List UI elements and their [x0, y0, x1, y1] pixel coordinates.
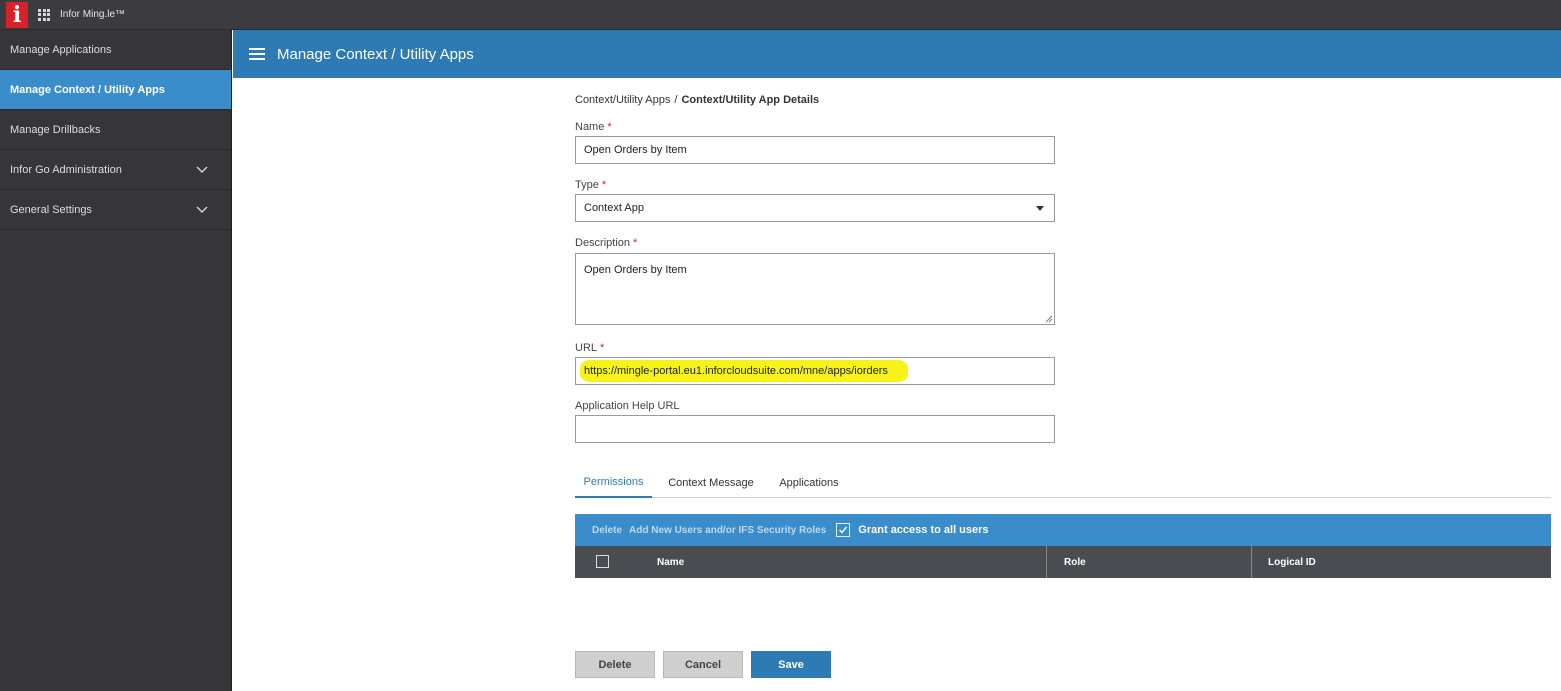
delete-permission-button[interactable]: Delete — [592, 525, 622, 536]
grant-access-label: Grant access to all users — [858, 524, 989, 536]
required-marker: * — [607, 121, 612, 133]
url-input-value: https://mingle-portal.eu1.inforcloudsuit… — [584, 365, 888, 377]
column-divider — [1046, 546, 1047, 578]
sidebar: Manage Applications Manage Context / Uti… — [0, 30, 232, 691]
url-label: URL * — [575, 342, 605, 354]
breadcrumb-parent-link[interactable]: Context/Utility Apps — [575, 94, 670, 106]
permissions-toolbar: Delete Add New Users and/or IFS Security… — [575, 514, 1551, 546]
sidebar-item-infor-go-administration[interactable]: Infor Go Administration — [0, 150, 231, 190]
type-label: Type * — [575, 179, 607, 191]
infor-logo[interactable]: i — [6, 1, 28, 28]
sidebar-item-manage-drillbacks[interactable]: Manage Drillbacks — [0, 110, 231, 150]
tab-applications[interactable]: Applications — [775, 468, 843, 498]
breadcrumb-separator: / — [674, 94, 678, 106]
logo-letter: i — [12, 1, 22, 28]
url-input[interactable]: https://mingle-portal.eu1.inforcloudsuit… — [575, 357, 1055, 385]
top-bar: i Infor Ming.le™ — [0, 0, 1561, 30]
column-header-role[interactable]: Role — [1064, 546, 1086, 578]
select-all-checkbox[interactable] — [596, 555, 609, 568]
description-value: Open Orders by Item — [584, 264, 687, 276]
caret-down-icon[interactable] — [1036, 206, 1044, 211]
sidebar-item-manage-context-utility-apps[interactable]: Manage Context / Utility Apps — [0, 70, 231, 110]
column-divider — [1251, 546, 1252, 578]
column-header-name[interactable]: Name — [657, 546, 684, 578]
sidebar-item-label: Manage Applications — [10, 43, 112, 56]
detail-tabs: Permissions Context Message Applications — [575, 468, 1551, 498]
sidebar-item-general-settings[interactable]: General Settings — [0, 190, 231, 230]
required-marker: * — [600, 342, 605, 354]
description-label: Description * — [575, 237, 638, 249]
delete-button[interactable]: Delete — [575, 651, 655, 678]
chevron-down-icon[interactable] — [195, 163, 209, 177]
hamburger-menu-icon[interactable] — [249, 48, 265, 60]
sidebar-item-label: General Settings — [10, 203, 92, 216]
checkmark-icon — [839, 526, 848, 534]
sidebar-item-label: Infor Go Administration — [10, 163, 122, 176]
permissions-table-header: Name Role Logical ID — [575, 546, 1551, 578]
page-title: Manage Context / Utility Apps — [277, 45, 474, 63]
help-url-label: Application Help URL — [575, 400, 680, 412]
app-grid-icon[interactable] — [38, 8, 50, 21]
name-label: Name * — [575, 121, 612, 133]
tab-context-message[interactable]: Context Message — [663, 468, 759, 498]
cancel-button[interactable]: Cancel — [663, 651, 743, 678]
required-marker: * — [633, 237, 638, 249]
type-select[interactable]: Context App — [575, 194, 1055, 222]
sidebar-item-manage-applications[interactable]: Manage Applications — [0, 30, 231, 70]
grant-access-checkbox[interactable] — [836, 523, 851, 537]
description-textarea[interactable]: Open Orders by Item — [575, 253, 1055, 325]
breadcrumb: Context/Utility Apps / Context/Utility App… — [575, 94, 819, 106]
save-button[interactable]: Save — [751, 651, 831, 678]
resize-handle-icon[interactable] — [1045, 315, 1053, 323]
name-input[interactable]: Open Orders by Item — [575, 136, 1055, 164]
page-header: Manage Context / Utility Apps — [233, 30, 1561, 78]
help-url-input[interactable] — [575, 415, 1055, 443]
breadcrumb-current: Context/Utility App Details — [681, 94, 820, 106]
sidebar-item-label: Manage Drillbacks — [10, 123, 101, 136]
sidebar-item-label: Manage Context / Utility Apps — [10, 83, 165, 96]
add-users-roles-button[interactable]: Add New Users and/or IFS Security Roles — [629, 525, 826, 536]
chevron-down-icon[interactable] — [195, 203, 209, 217]
column-header-logical-id[interactable]: Logical ID — [1268, 546, 1316, 578]
tab-permissions[interactable]: Permissions — [575, 468, 652, 498]
app-title: Infor Ming.le™ — [60, 9, 126, 20]
required-marker: * — [601, 179, 607, 191]
name-input-value: Open Orders by Item — [584, 144, 687, 156]
type-select-value: Context App — [584, 202, 644, 214]
